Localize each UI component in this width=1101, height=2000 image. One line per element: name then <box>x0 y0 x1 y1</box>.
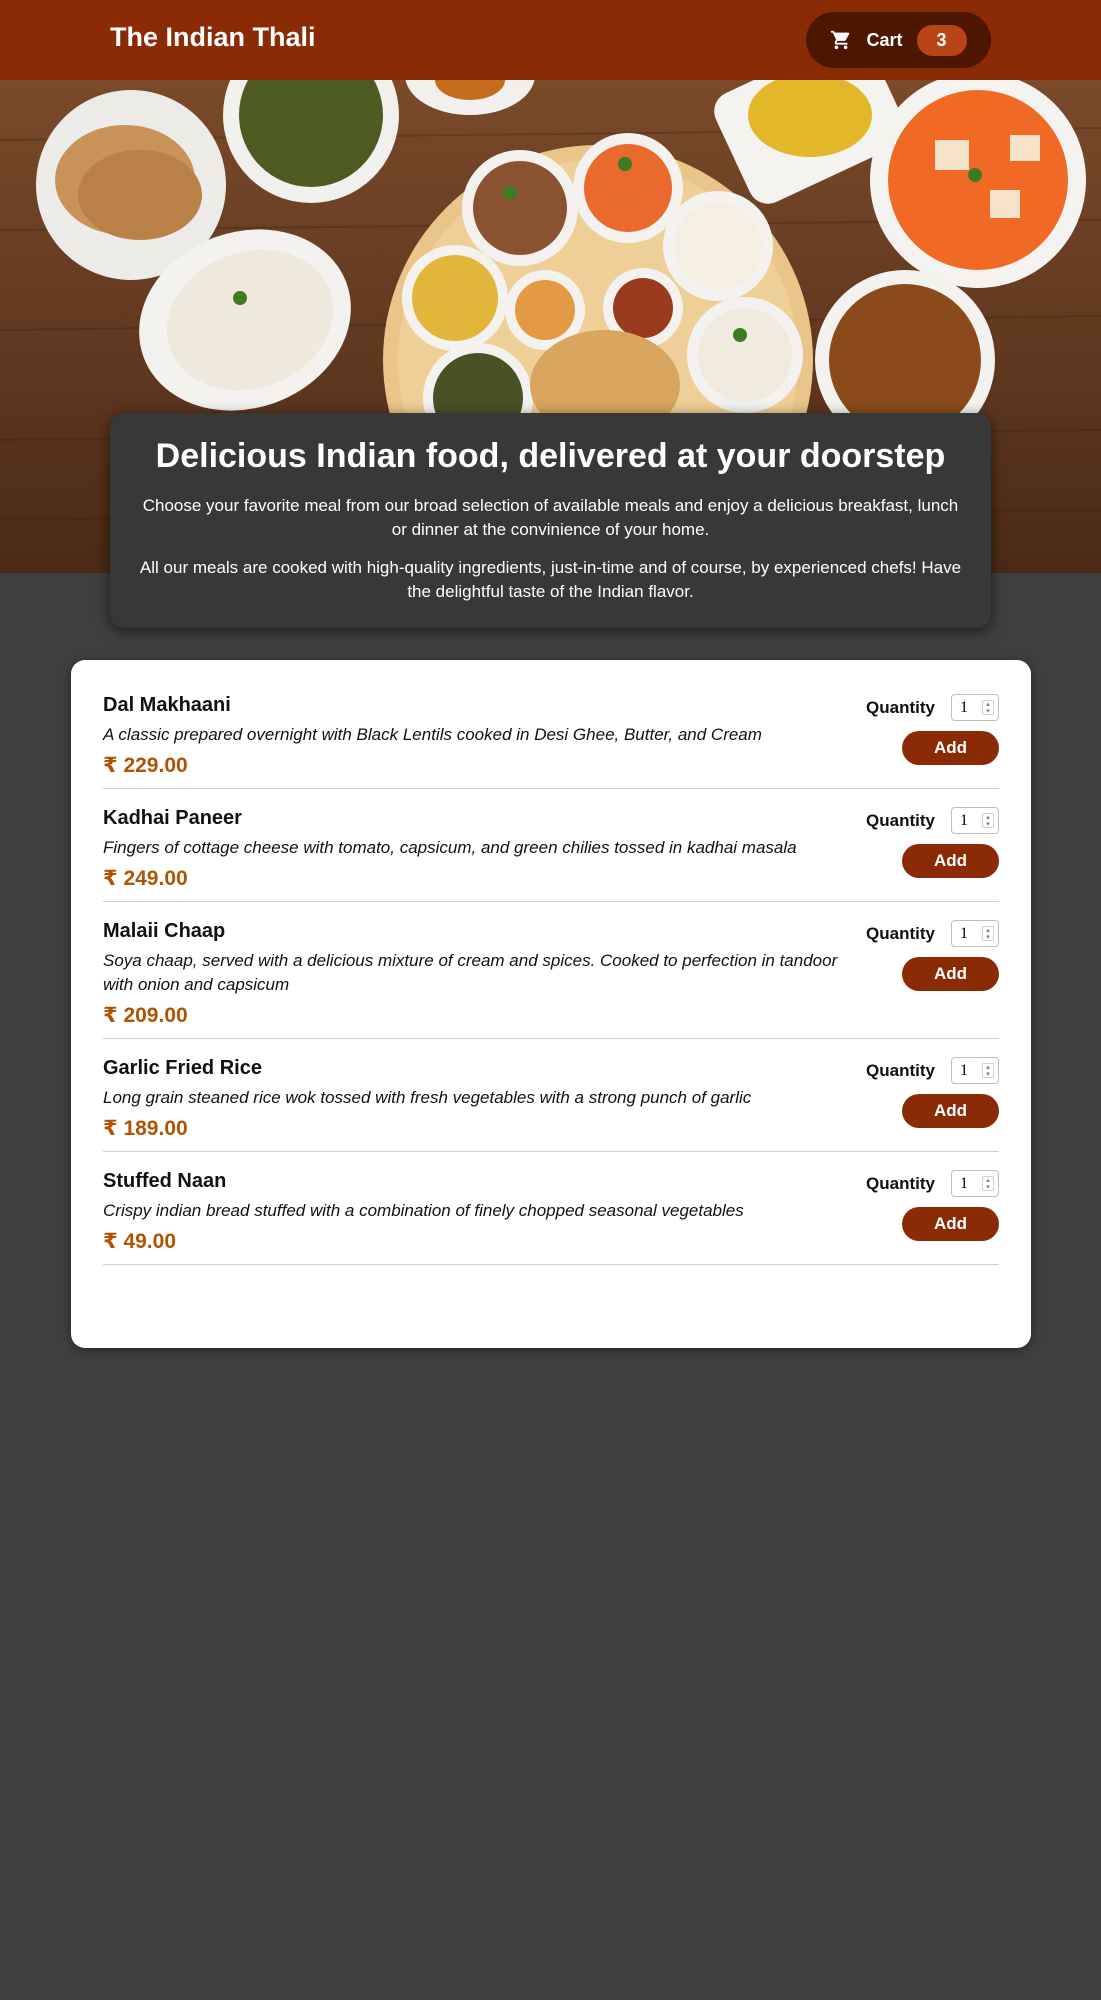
meal-item: Malaii Chaap Soya chaap, served with a d… <box>103 902 999 1039</box>
meal-price: ₹ 249.00 <box>103 867 188 890</box>
quantity-input[interactable]: 1 ▴ ▾ <box>951 694 999 721</box>
meal-form: Quantity 1 ▴ ▾ Add <box>866 1170 999 1254</box>
meal-description: Soya chaap, served with a delicious mixt… <box>103 951 838 994</box>
summary-paragraph: Choose your favorite meal from our broad… <box>142 496 959 539</box>
quantity-input[interactable]: 1 ▴ ▾ <box>951 1057 999 1084</box>
meal-item: Dal Makhaani A classic prepared overnigh… <box>103 676 999 789</box>
cart-count-badge: 3 <box>916 24 967 56</box>
quantity-label: Quantity <box>866 923 935 943</box>
app-title: The Indian Thali <box>110 22 316 52</box>
meal-price: ₹ 49.00 <box>103 1230 176 1253</box>
quantity-input[interactable]: 1 ▴ ▾ <box>951 920 999 947</box>
quantity-label: Quantity <box>866 1173 935 1193</box>
meal-name: Dal Makhaani <box>103 694 231 716</box>
meal-item: Stuffed Naan Crispy indian bread stuffed… <box>103 1152 999 1265</box>
meal-name: Malaii Chaap <box>103 920 226 942</box>
add-button[interactable]: Add <box>902 844 999 878</box>
cart-label: Cart <box>866 29 903 50</box>
meal-price: ₹ 189.00 <box>103 1117 188 1140</box>
meal-name: Garlic Fried Rice <box>103 1057 262 1079</box>
meal-name: Kadhai Paneer <box>103 807 242 829</box>
quantity-label: Quantity <box>866 1060 935 1080</box>
quantity-spinner-icon[interactable]: ▴ ▾ <box>982 813 994 828</box>
cart-icon <box>831 30 850 50</box>
quantity-value: 1 <box>960 698 968 716</box>
meal-item: Garlic Fried Rice Long grain steaned ric… <box>103 1039 999 1152</box>
meal-description: A classic prepared overnight with Black … <box>103 725 762 744</box>
add-button[interactable]: Add <box>902 1207 999 1241</box>
summary-paragraph: All our meals are cooked with high-quali… <box>139 558 962 601</box>
meal-item: Kadhai Paneer Fingers of cottage cheese … <box>103 789 999 902</box>
quantity-label: Quantity <box>866 697 935 717</box>
meal-description: Crispy indian bread stuffed with a combi… <box>103 1201 744 1220</box>
quantity-spinner-icon[interactable]: ▴ ▾ <box>982 1063 994 1078</box>
quantity-input[interactable]: 1 ▴ ▾ <box>951 807 999 834</box>
add-button[interactable]: Add <box>902 957 999 991</box>
meal-form: Quantity 1 ▴ ▾ Add <box>866 807 999 891</box>
quantity-value: 1 <box>960 1174 968 1192</box>
quantity-spinner-icon[interactable]: ▴ ▾ <box>982 700 994 715</box>
meal-form: Quantity 1 ▴ ▾ Add <box>866 1057 999 1141</box>
summary-heading: Delicious Indian food, delivered at your… <box>155 437 946 475</box>
quantity-value: 1 <box>960 924 968 942</box>
add-button[interactable]: Add <box>902 1094 999 1128</box>
meal-description: Long grain steaned rice wok tossed with … <box>103 1088 752 1107</box>
meal-form: Quantity 1 ▴ ▾ Add <box>866 920 999 1028</box>
quantity-input[interactable]: 1 ▴ ▾ <box>951 1170 999 1197</box>
meal-form: Quantity 1 ▴ ▾ Add <box>866 694 999 778</box>
add-button[interactable]: Add <box>902 731 999 765</box>
meals-list: Dal Makhaani A classic prepared overnigh… <box>71 660 1031 1348</box>
quantity-spinner-icon[interactable]: ▴ ▾ <box>982 926 994 941</box>
quantity-value: 1 <box>960 1061 968 1079</box>
meal-name: Stuffed Naan <box>103 1170 227 1192</box>
meal-price: ₹ 229.00 <box>103 754 188 777</box>
meal-description: Fingers of cottage cheese with tomato, c… <box>103 838 797 857</box>
quantity-value: 1 <box>960 811 968 829</box>
meal-price: ₹ 209.00 <box>103 1004 188 1027</box>
cart-button[interactable]: Cart 3 <box>806 12 991 68</box>
quantity-spinner-icon[interactable]: ▴ ▾ <box>982 1176 994 1191</box>
app-header: The Indian Thali Cart 3 <box>0 0 1101 80</box>
quantity-label: Quantity <box>866 810 935 830</box>
summary-card: Delicious Indian food, delivered at your… <box>110 413 991 628</box>
